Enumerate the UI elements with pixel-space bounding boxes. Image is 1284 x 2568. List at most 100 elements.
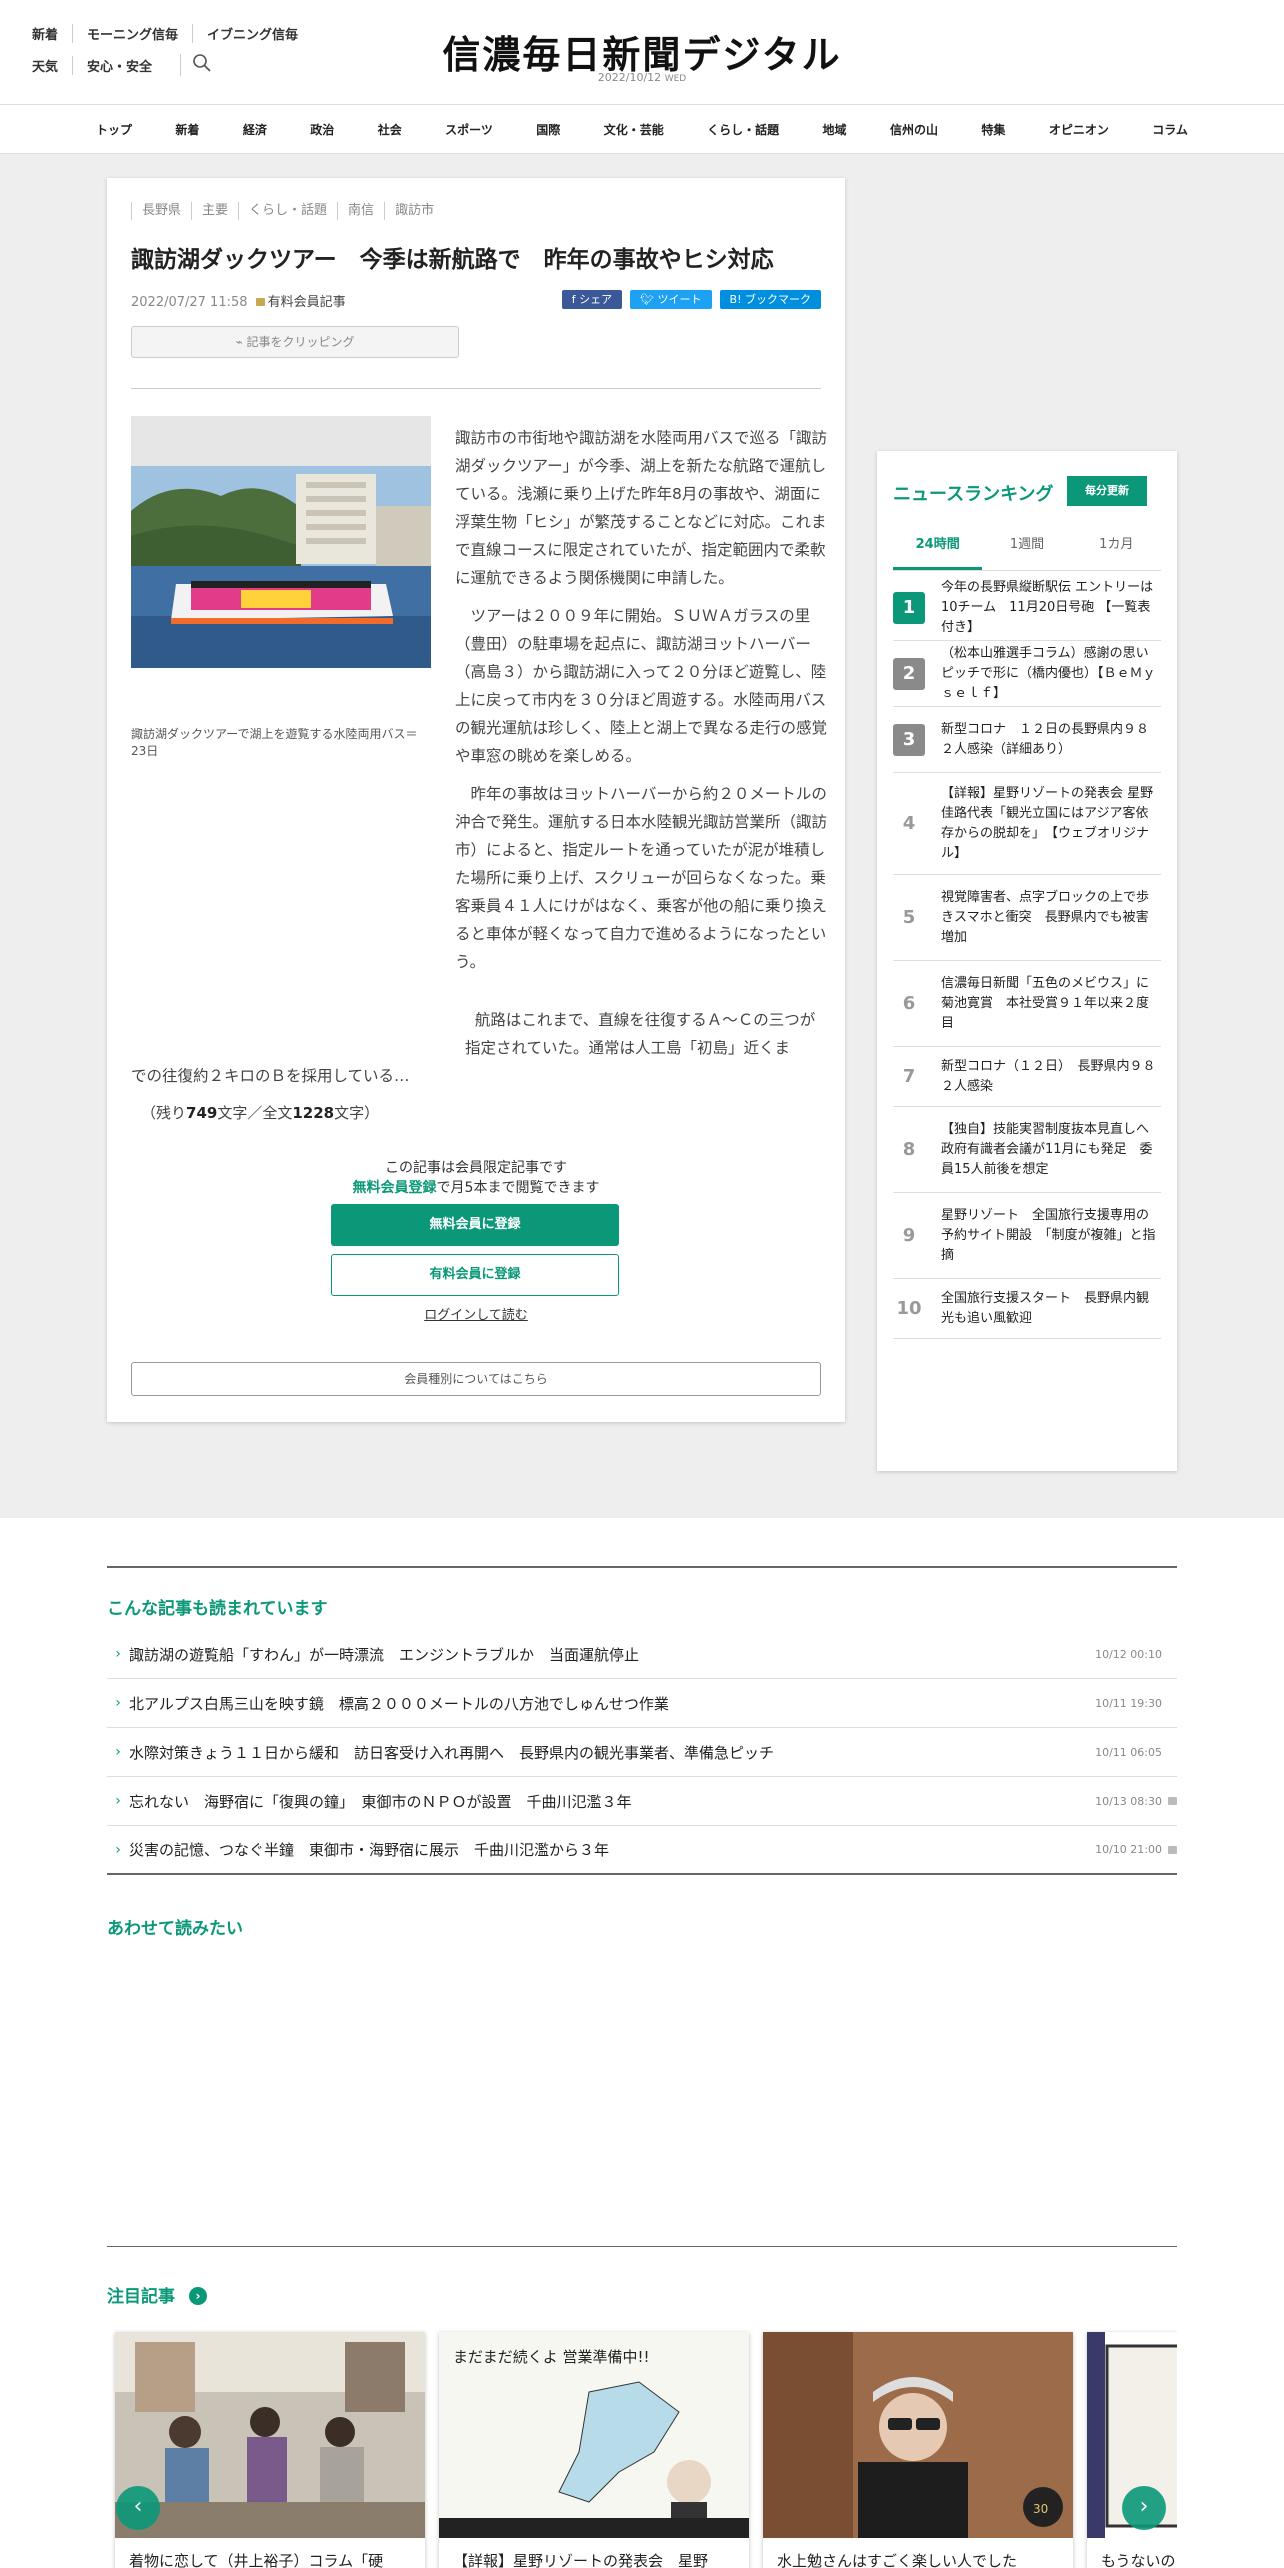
tab-24h[interactable]: 24時間 <box>893 535 983 570</box>
article-datetime: 2022/07/27 11:58 <box>131 295 248 310</box>
chevron-right-icon: › <box>115 1793 121 1809</box>
article-photo[interactable] <box>131 416 431 668</box>
related-item[interactable]: › 災害の記憶、つなぐ半鐘 東御市・海野宿に展示 千曲川氾濫から３年 10/10 2… <box>107 1826 1177 1875</box>
nav-item-5[interactable]: スポーツ <box>445 121 493 138</box>
main-nav: トップ 新着 経済 政治 社会 スポーツ 国際 文化・芸能 くらし・話題 地域 信州の山 特集 オピニオ… <box>0 104 1284 154</box>
ranking-item[interactable]: 6 信濃毎日新聞「五色のメビウス」に菊池寛賞 本社受賞９１年以来２度目 <box>893 961 1161 1047</box>
tab-1week[interactable]: 1週間 <box>982 535 1071 570</box>
lock-icon <box>1168 1845 1177 1854</box>
related-headline: 災害の記憶、つなぐ半鐘 東御市・海野宿に展示 千曲川氾濫から３年 <box>129 1841 610 1859</box>
ranking-headline: 新型コロナ １２日の長野県内９８２人感染（詳細あり） <box>941 721 1150 757</box>
ranking-headline: 【詳報】星野リゾートの発表会 星野佳路代表「観光立国にはアジア客依存からの脱却を… <box>941 785 1154 861</box>
facebook-icon: f <box>571 293 580 306</box>
member-label: 有料会員記事 <box>255 295 346 310</box>
twitter-share-label: ツイート <box>657 293 702 306</box>
ranking-number: 9 <box>902 1225 916 1246</box>
article-body-continued: 航路はこれまで、直線を往復するＡ～Ｃの三つが指定されていた。通常は人工島「初島」… <box>131 1006 827 1090</box>
paid-register-button[interactable]: 有料会員に登録 <box>331 1254 619 1296</box>
ranking-item[interactable]: 9 星野リゾート 全国旅行支援専用の予約サイト開設 「制度が複雑」と指摘 <box>893 1193 1161 1279</box>
hatena-icon: B! <box>729 293 745 306</box>
article-card: 長野県 主要 くらし・話題 南信 諏訪市 諏訪湖ダックツアー 今季は新航路で 昨年の事故… <box>107 178 845 1422</box>
total-count: 1228 <box>292 1104 335 1122</box>
nav-item-12[interactable]: オピニオン <box>1049 121 1109 138</box>
related-headline: 水際対策きょう１１日から緩和 訪日客受け入れ再開へ 長野県内の観光事業者、準備急… <box>129 1743 775 1762</box>
chevron-left-icon: ‹ <box>133 2494 143 2519</box>
carousel-next-button[interactable]: › <box>1122 2486 1166 2530</box>
ranking-item[interactable]: 4 【詳報】星野リゾートの発表会 星野佳路代表「観光立国にはアジア客依存からの脱却… <box>893 773 1161 875</box>
free-register-button[interactable]: 無料会員に登録 <box>331 1204 619 1246</box>
featured-card-2[interactable]: まだまだ続くよ 営業準備中!! 【詳報】星野リゾートの発表会 星野 <box>439 2332 749 2568</box>
facebook-share-button[interactable]: f シェア <box>561 290 623 309</box>
photo-caption: 諏訪湖ダックツアーで湖上を遊覧する水陸両用バス＝23日 <box>131 727 418 758</box>
ranking-headline: 星野リゾート 全国旅行支援専用の予約サイト開設 「制度が複雑」と指摘 <box>941 1207 1156 1263</box>
header-date: 2022/10/12 WED <box>0 71 1284 84</box>
article-tags: 長野県 主要 くらし・話題 南信 諏訪市 <box>131 202 444 220</box>
remain-mid: 文字／全文 <box>217 1104 293 1122</box>
ranking-headline: 信濃毎日新聞「五色のメビウス」に菊池寛賞 本社受賞９１年以来２度目 <box>941 975 1150 1031</box>
nav-item-3[interactable]: 政治 <box>310 121 334 138</box>
featured-image-3: 30 <box>763 2332 1073 2538</box>
nav-item-7[interactable]: 文化・芸能 <box>604 121 664 138</box>
article-tag-2[interactable]: くらし・話題 <box>238 202 337 220</box>
article-tag-1[interactable]: 主要 <box>191 202 238 220</box>
nav-item-6[interactable]: 国際 <box>536 121 560 138</box>
chevron-right-icon: › <box>1139 2494 1149 2519</box>
nav-item-9[interactable]: 地域 <box>823 121 847 138</box>
nav-item-0[interactable]: トップ <box>96 121 132 138</box>
ranking-item[interactable]: 7 新型コロナ（１２日） 長野県内９８２人感染 <box>893 1047 1161 1107</box>
lock-icon <box>255 298 265 306</box>
featured-image-1 <box>115 2332 425 2538</box>
nav-item-8[interactable]: くらし・話題 <box>707 121 779 138</box>
ranking-update-badge: 毎分更新 <box>1067 476 1147 506</box>
ranking-item[interactable]: 5 視覚障害者、点字ブロックの上で歩きスマホと衝突 長野県内でも被害増加 <box>893 875 1161 961</box>
article-tag-0[interactable]: 長野県 <box>131 202 191 220</box>
related-item[interactable]: › 忘れない 海野宿に「復興の鐘」 東御市のＮＰＯが設置 千曲川氾濫３年 10/13… <box>107 1777 1177 1826</box>
chevron-right-icon[interactable]: › <box>189 2287 207 2305</box>
nav-item-1[interactable]: 新着 <box>175 121 199 138</box>
related-title: こんな記事も読まれています <box>107 1599 328 1619</box>
free-register-link[interactable]: 無料会員登録 <box>353 1180 437 1196</box>
featured-card-3[interactable]: 30 水上勉さんはすごく楽しい人でした <box>763 2332 1073 2568</box>
featured-title: 注目記事 › <box>107 2282 207 2307</box>
nav-item-11[interactable]: 特集 <box>981 121 1005 138</box>
featured-image-2: まだまだ続くよ 営業準備中!! <box>439 2332 749 2538</box>
ranking-number: 5 <box>902 907 916 928</box>
featured-card-1[interactable]: 着物に恋して（井上裕子）コラム「硬 <box>115 2332 425 2568</box>
twitter-share-button[interactable]: 🐦︎ ツイート <box>630 290 712 309</box>
article-tag-3[interactable]: 南信 <box>337 202 384 220</box>
ranking-item[interactable]: 2 （松本山雅選手コラム）感謝の思いピッチで形に（橋内優也）【ＢｅＭｙｓｅｌｆ】 <box>893 641 1161 707</box>
ranking-number: 8 <box>902 1139 916 1160</box>
nav-item-2[interactable]: 経済 <box>243 121 267 138</box>
related-date: 10/11 19:30 <box>1095 1696 1162 1710</box>
nav-item-4[interactable]: 社会 <box>378 121 402 138</box>
ranking-headline: 視覚障害者、点字ブロックの上で歩きスマホと衝突 長野県内でも被害増加 <box>941 889 1150 945</box>
login-link[interactable]: ログインして読む <box>107 1304 845 1323</box>
ranking-list: 1 今年の長野県縦断駅伝 エントリーは10チーム 11月20日号砲 【一覧表付き】… <box>893 575 1163 1339</box>
article-title: 諏訪湖ダックツアー 今季は新航路で 昨年の事故やヒシ対応 <box>131 247 774 273</box>
related-item[interactable]: › 北アルプス白馬三山を映す鏡 標高２０００メートルの八方池でしゅんせつ作業 10/… <box>107 1679 1177 1728</box>
ranking-tabs: 24時間 1週間 1カ月 <box>893 535 1161 571</box>
article-tag-4[interactable]: 諏訪市 <box>384 202 444 220</box>
clip-button[interactable]: ⌁ 記事をクリッピング <box>131 326 459 358</box>
member-notice-line1: この記事は会員限定記事です <box>385 1160 567 1176</box>
article-meta: 2022/07/27 11:58 有料会員記事 <box>131 291 346 310</box>
ranking-headline: 【独自】技能実習制度抜本見直しへ 政府有識者会議が11月にも発足 委員15人前後… <box>941 1121 1163 1177</box>
hatena-bookmark-button[interactable]: B! ブックマーク <box>719 290 821 309</box>
tab-1month[interactable]: 1カ月 <box>1072 535 1161 570</box>
ranking-item[interactable]: 10 全国旅行支援スタート 長野県内観光も追い風歓迎 <box>893 1279 1161 1339</box>
related-item[interactable]: › 諏訪湖の遊覧船「すわん」が一時漂流 エンジントラブルか 当面運航停止 10/12… <box>107 1630 1177 1679</box>
ranking-item[interactable]: 8 【独自】技能実習制度抜本見直しへ 政府有識者会議が11月にも発足 委員15人前… <box>893 1107 1163 1193</box>
carousel-prev-button[interactable]: ‹ <box>116 2486 160 2530</box>
ranking-item[interactable]: 1 今年の長野県縦断駅伝 エントリーは10チーム 11月20日号砲 【一覧表付き】 <box>893 575 1161 641</box>
related-item[interactable]: › 水際対策きょう１１日から緩和 訪日客受け入れ再開へ 長野県内の観光事業者、準備… <box>107 1728 1177 1777</box>
ranking-headline: 全国旅行支援スタート 長野県内観光も追い風歓迎 <box>941 1290 1150 1326</box>
ranking-title: ニュースランキング <box>893 484 1054 505</box>
nav-item-10[interactable]: 信州の山 <box>890 121 938 138</box>
featured-card-4[interactable]: もうないの <box>1087 2332 1177 2568</box>
ranking-number: 10 <box>896 1298 922 1319</box>
nav-item-13[interactable]: コラム <box>1152 121 1188 138</box>
hatena-bookmark-label: ブックマーク <box>745 293 811 306</box>
clip-label: 記事をクリッピング <box>246 335 355 349</box>
member-types-link[interactable]: 会員種別についてはこちら <box>131 1362 821 1396</box>
ranking-item[interactable]: 3 新型コロナ １２日の長野県内９８２人感染（詳細あり） <box>893 707 1161 773</box>
